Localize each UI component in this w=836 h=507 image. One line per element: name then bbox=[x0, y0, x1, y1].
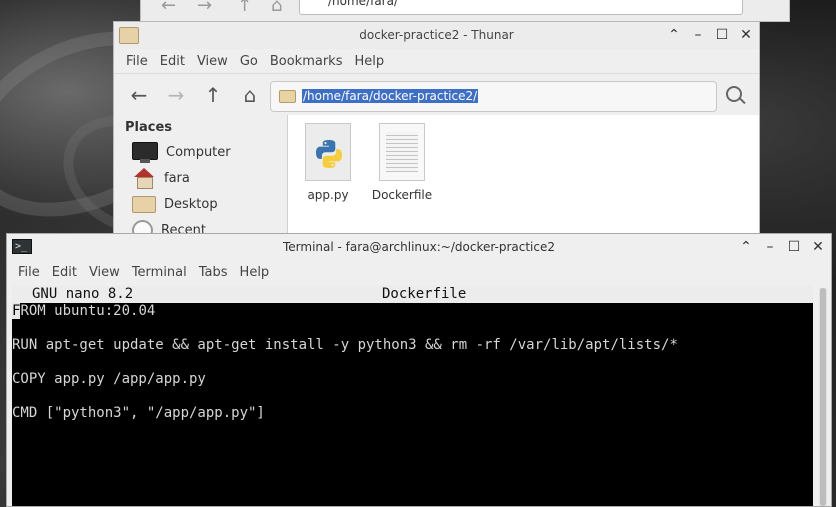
window-title: Terminal - fara@archlinux:~/docker-pract… bbox=[283, 240, 555, 254]
menu-file[interactable]: File bbox=[12, 265, 46, 280]
menu-bookmarks[interactable]: Bookmarks bbox=[264, 54, 349, 69]
menu-terminal[interactable]: Terminal bbox=[126, 265, 193, 280]
python-file-icon bbox=[305, 123, 351, 181]
chevron-up-icon[interactable]: ⌃ bbox=[739, 238, 753, 256]
maximize-icon[interactable]: ☐ bbox=[715, 26, 729, 44]
computer-icon bbox=[132, 141, 158, 163]
file-item-app-py[interactable]: app.py bbox=[293, 123, 363, 202]
sidebar-item-label: Desktop bbox=[164, 196, 218, 212]
thunar-toolbar: ← → ↑ ⌂ /home/fara/docker-practice2/ bbox=[114, 73, 759, 116]
terminal-screen[interactable]: GNU nano 8.2 Dockerfile FROM ubuntu:20.0… bbox=[12, 286, 813, 506]
background-location-bar[interactable]: /home/fara/ bbox=[299, 0, 743, 15]
forward-arrow-icon[interactable]: → bbox=[164, 83, 188, 107]
up-arrow-icon[interactable]: ↑ bbox=[237, 0, 252, 16]
menu-tabs[interactable]: Tabs bbox=[193, 265, 234, 280]
thunar-window[interactable]: docker-practice2 - Thunar ⌃ – ☐ ✕ File E… bbox=[113, 21, 760, 237]
editor-line: CMD ["python3", "/app/app.py"] bbox=[12, 405, 265, 421]
scrollbar-thumb[interactable] bbox=[820, 288, 826, 506]
editor-line: RUN apt-get update && apt-get install -y… bbox=[12, 337, 678, 353]
close-icon[interactable]: ✕ bbox=[739, 26, 753, 44]
home-icon bbox=[132, 167, 156, 189]
sidebar-item-fara[interactable]: fara bbox=[132, 166, 190, 190]
chevron-up-icon[interactable]: ⌃ bbox=[667, 26, 681, 44]
text-file-icon bbox=[379, 123, 425, 181]
file-item-dockerfile[interactable]: Dockerfile bbox=[367, 123, 437, 202]
home-icon[interactable]: ⌂ bbox=[238, 83, 262, 107]
sidebar-item-label: fara bbox=[164, 170, 190, 186]
menu-edit[interactable]: Edit bbox=[46, 265, 83, 280]
back-arrow-icon[interactable]: ← bbox=[127, 83, 151, 107]
thunar-menubar: File Edit View Go Bookmarks Help bbox=[114, 49, 759, 73]
location-bar[interactable]: /home/fara/docker-practice2/ bbox=[270, 81, 717, 112]
sidebar: Places Computer fara Desktop Recent bbox=[114, 115, 288, 236]
terminal-scrollbar[interactable] bbox=[819, 288, 827, 506]
menu-edit[interactable]: Edit bbox=[154, 54, 191, 69]
minimize-icon[interactable]: – bbox=[691, 26, 705, 44]
file-view[interactable]: app.py Dockerfile bbox=[288, 115, 759, 236]
terminal-window[interactable]: >_ Terminal - fara@archlinux:~/docker-pr… bbox=[6, 233, 832, 507]
menu-view[interactable]: View bbox=[191, 54, 234, 69]
editor-line: COPY app.py /app/app.py bbox=[12, 371, 206, 387]
file-name: app.py bbox=[307, 188, 349, 202]
back-arrow-icon[interactable]: ← bbox=[161, 0, 176, 16]
nano-filename: Dockerfile bbox=[382, 286, 467, 302]
location-text[interactable]: /home/fara/docker-practice2/ bbox=[302, 89, 479, 103]
folder-icon bbox=[132, 195, 156, 213]
menu-view[interactable]: View bbox=[83, 265, 126, 280]
menu-go[interactable]: Go bbox=[234, 54, 264, 69]
background-window[interactable]: ← → ↑ ⌂ /home/fara/ bbox=[140, 0, 790, 22]
maximize-icon[interactable]: ☐ bbox=[787, 238, 801, 256]
folder-icon bbox=[279, 90, 296, 103]
terminal-titlebar[interactable]: >_ Terminal - fara@archlinux:~/docker-pr… bbox=[7, 234, 831, 260]
sidebar-item-computer[interactable]: Computer bbox=[132, 140, 231, 164]
search-icon[interactable] bbox=[726, 86, 742, 102]
nano-header: GNU nano 8.2 Dockerfile bbox=[12, 286, 813, 303]
close-icon[interactable]: ✕ bbox=[811, 238, 825, 256]
terminal-menubar: File Edit View Terminal Tabs Help bbox=[7, 260, 831, 285]
up-arrow-icon[interactable]: ↑ bbox=[201, 83, 225, 107]
window-title: docker-practice2 - Thunar bbox=[359, 28, 514, 42]
nano-version: GNU nano 8.2 bbox=[32, 286, 134, 302]
menu-file[interactable]: File bbox=[120, 54, 154, 69]
editor-buffer[interactable]: FROM ubuntu:20.04 RUN apt-get update && … bbox=[12, 303, 813, 422]
sidebar-item-desktop[interactable]: Desktop bbox=[132, 192, 218, 216]
forward-arrow-icon[interactable]: → bbox=[197, 0, 212, 16]
menu-help[interactable]: Help bbox=[348, 54, 390, 69]
home-icon[interactable]: ⌂ bbox=[271, 0, 282, 16]
thunar-titlebar[interactable]: docker-practice2 - Thunar ⌃ – ☐ ✕ bbox=[114, 22, 759, 49]
minimize-icon[interactable]: – bbox=[763, 238, 777, 256]
sidebar-item-label: Computer bbox=[166, 144, 231, 160]
editor-line: FROM ubuntu:20.04 bbox=[12, 303, 813, 320]
sidebar-heading: Places bbox=[125, 120, 173, 135]
menu-help[interactable]: Help bbox=[234, 265, 276, 280]
file-name: Dockerfile bbox=[371, 188, 433, 202]
